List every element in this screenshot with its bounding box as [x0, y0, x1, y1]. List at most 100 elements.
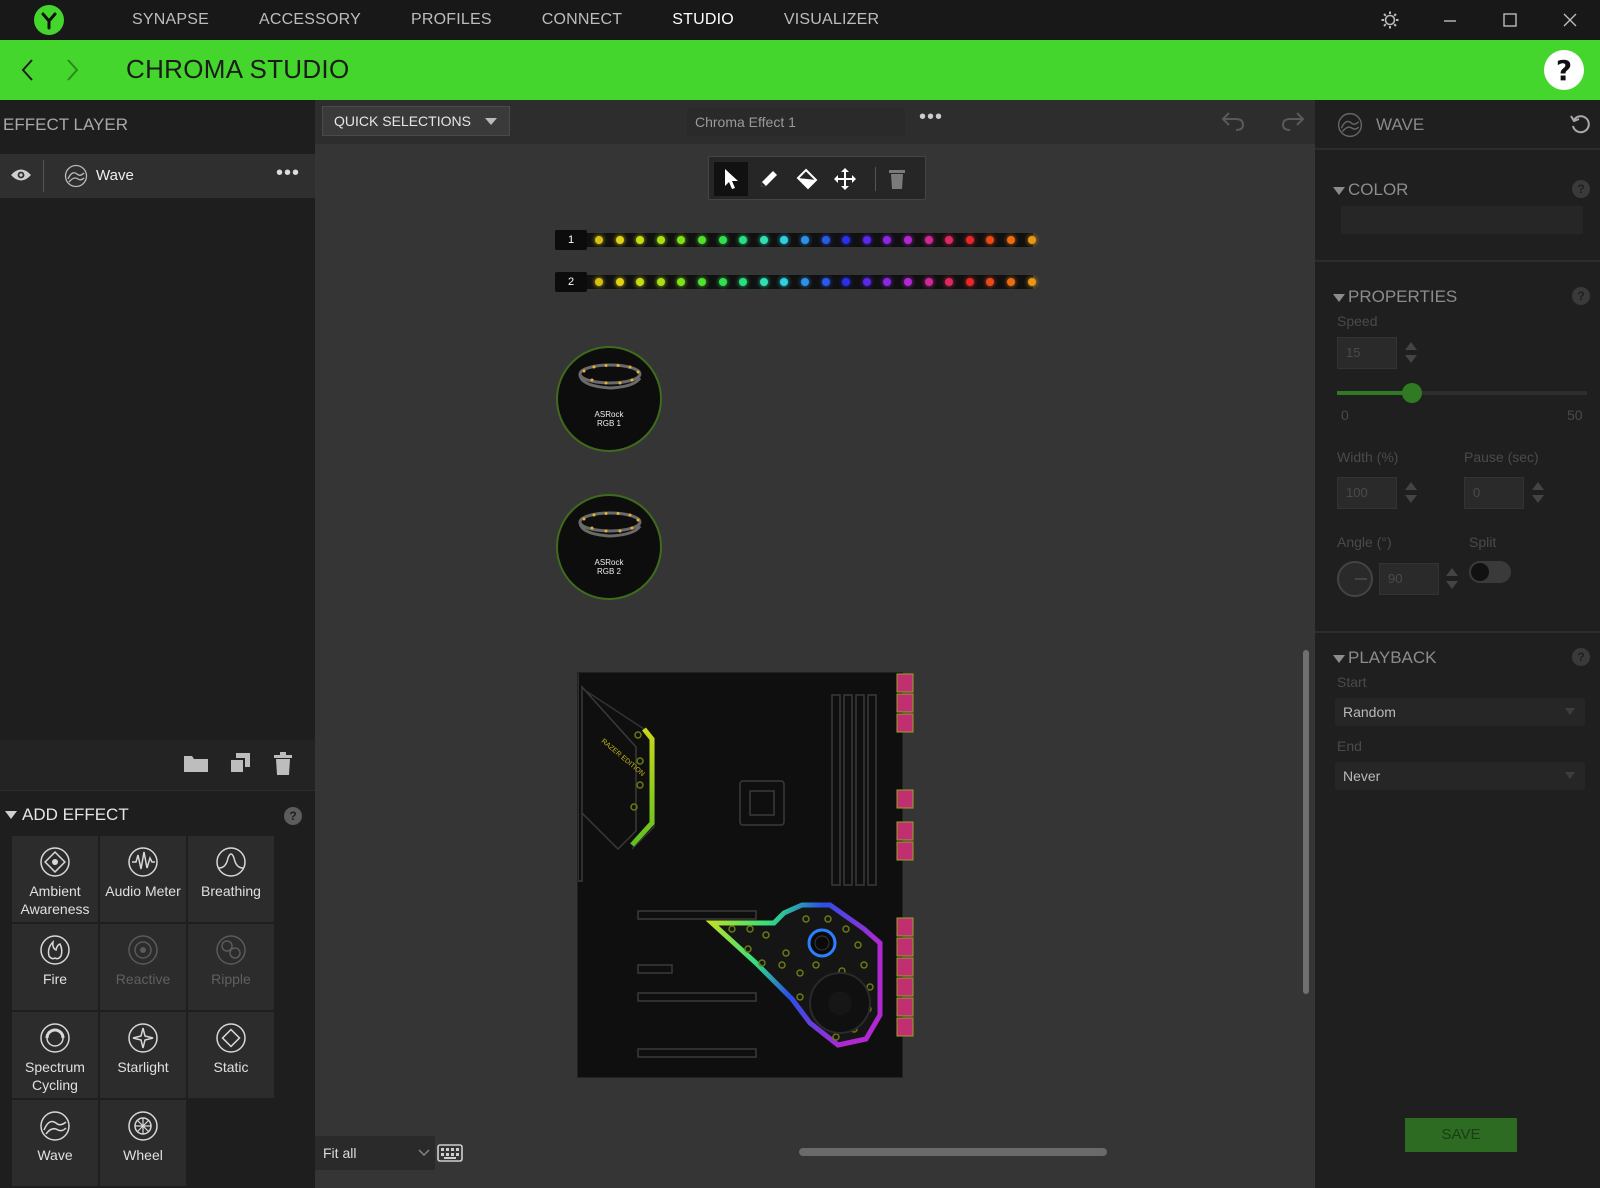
start-select[interactable]: Random [1335, 698, 1585, 726]
effect-tile-ambient-awareness[interactable]: Ambient Awareness [12, 836, 98, 922]
save-button[interactable]: SAVE [1405, 1118, 1517, 1152]
reset-icon[interactable] [1570, 114, 1592, 141]
chevron-down-icon [485, 118, 497, 125]
pause-input[interactable]: 0 [1464, 477, 1524, 509]
width-input[interactable]: 100 [1337, 477, 1397, 509]
layer-more-icon[interactable]: ••• [276, 162, 300, 185]
effect-tile-ripple[interactable]: Ripple [188, 924, 274, 1010]
undo-icon[interactable] [1221, 110, 1245, 137]
close-icon[interactable] [1540, 0, 1600, 40]
led [924, 278, 933, 286]
layer-row-wave[interactable]: Wave ••• [0, 154, 315, 198]
nav-studio[interactable]: STUDIO [647, 0, 759, 40]
chevron-down-icon[interactable] [413, 1136, 435, 1170]
trash-icon[interactable] [273, 752, 293, 781]
maximize-icon[interactable] [1480, 0, 1540, 40]
nav-synapse[interactable]: SYNAPSE [107, 0, 234, 40]
effect-name-field[interactable]: Chroma Effect 1 [687, 108, 905, 136]
effect-tile-label: Audio Meter [105, 883, 181, 899]
settings-gear-icon[interactable] [1360, 0, 1420, 40]
vertical-scrollbar[interactable] [1303, 650, 1309, 994]
zoom-fit-dropdown[interactable]: Fit all [315, 1136, 413, 1170]
pencil-icon[interactable] [752, 162, 786, 196]
effect-tile-wave[interactable]: Wave [12, 1100, 98, 1186]
led [821, 278, 830, 286]
forward-arrow-icon[interactable] [58, 54, 88, 86]
wave-icon [39, 1110, 71, 1142]
effect-tile-wheel[interactable]: Wheel [100, 1100, 186, 1186]
layer-row-divider [43, 160, 44, 192]
led [945, 236, 954, 244]
led [780, 278, 789, 286]
effect-tile-static[interactable]: Static [188, 1012, 274, 1098]
folder-icon[interactable] [183, 752, 209, 779]
fill-bucket-icon[interactable] [790, 162, 824, 196]
breathing-icon [215, 846, 247, 878]
led [821, 236, 830, 244]
asrock-rgb2-device[interactable]: ASRock RGB 2 [556, 494, 662, 600]
led-strip-2[interactable]: 2 [555, 272, 1036, 292]
keyboard-icon[interactable] [437, 1144, 463, 1167]
effect-tile-spectrum-cycling[interactable]: Spectrum Cycling [12, 1012, 98, 1098]
minimize-icon[interactable] [1420, 0, 1480, 40]
effect-tile-audio-meter[interactable]: Audio Meter [100, 836, 186, 922]
asrock-rgb1-device[interactable]: ASRock RGB 1 [556, 346, 662, 452]
led [883, 236, 892, 244]
spectrum-cycling-icon [39, 1022, 71, 1054]
collapse-caret-icon[interactable] [5, 811, 17, 819]
effect-more-icon[interactable]: ••• [919, 106, 943, 129]
color-swatch-area[interactable] [1341, 206, 1583, 234]
speed-slider-track[interactable] [1337, 383, 1587, 403]
split-toggle[interactable] [1469, 561, 1511, 583]
collapse-caret-icon[interactable] [1333, 655, 1345, 663]
page-title: CHROMA STUDIO [126, 54, 350, 84]
end-select[interactable]: Never [1335, 762, 1585, 790]
angle-label: Angle (°) [1337, 534, 1392, 550]
duplicate-icon[interactable] [228, 752, 252, 779]
trash-icon[interactable] [880, 162, 914, 196]
horizontal-scrollbar[interactable] [799, 1148, 1107, 1156]
top-nav-bar: SYNAPSE ACCESSORY PROFILES CONNECT STUDI… [0, 0, 1600, 40]
led [986, 278, 995, 286]
starlight-icon [127, 1022, 159, 1054]
led-strip-1[interactable]: 1 [555, 230, 1036, 250]
redo-icon[interactable] [1281, 110, 1305, 137]
quick-selections-dropdown[interactable]: QUICK SELECTIONS [322, 106, 510, 136]
nav-accessory[interactable]: ACCESSORY [234, 0, 386, 40]
nav-connect[interactable]: CONNECT [517, 0, 648, 40]
speed-slider-knob[interactable] [1402, 383, 1422, 403]
effect-tile-label: Starlight [117, 1059, 169, 1075]
width-label: Width (%) [1337, 449, 1399, 465]
pause-stepper[interactable] [1532, 482, 1544, 504]
playback-help-icon[interactable]: ? [1572, 648, 1590, 666]
effect-header: WAVE [1315, 100, 1600, 150]
back-arrow-icon[interactable] [12, 54, 42, 86]
color-help-icon[interactable]: ? [1572, 180, 1590, 198]
nav-profiles[interactable]: PROFILES [386, 0, 517, 40]
pause-label: Pause (sec) [1464, 449, 1539, 465]
help-icon[interactable]: ? [1544, 50, 1584, 90]
speed-stepper[interactable] [1405, 342, 1417, 364]
properties-help-icon[interactable]: ? [1572, 287, 1590, 305]
nav-visualizer[interactable]: VISUALIZER [759, 0, 904, 40]
led [739, 236, 748, 244]
width-stepper[interactable] [1405, 482, 1417, 504]
speed-input[interactable]: 15 [1337, 337, 1397, 369]
effect-tile-starlight[interactable]: Starlight [100, 1012, 186, 1098]
collapse-caret-icon[interactable] [1333, 187, 1345, 195]
effect-tile-fire[interactable]: Fire [12, 924, 98, 1010]
effect-tile-reactive[interactable]: Reactive [100, 924, 186, 1010]
select-pointer-icon[interactable] [714, 162, 748, 196]
audio-meter-icon [127, 846, 159, 878]
eye-visibility-icon[interactable] [10, 167, 32, 188]
angle-stepper[interactable] [1446, 568, 1458, 590]
effect-tile-breathing[interactable]: Breathing [188, 836, 274, 922]
led [615, 236, 624, 244]
move-arrows-icon[interactable] [828, 162, 862, 196]
collapse-caret-icon[interactable] [1333, 294, 1345, 302]
angle-dial[interactable] [1337, 561, 1373, 597]
playback-section-title: PLAYBACK [1348, 648, 1437, 667]
add-effect-help-icon[interactable]: ? [284, 807, 302, 825]
angle-input[interactable]: 90 [1379, 563, 1439, 595]
motherboard-device[interactable]: RAZER EDITION [577, 672, 903, 1078]
